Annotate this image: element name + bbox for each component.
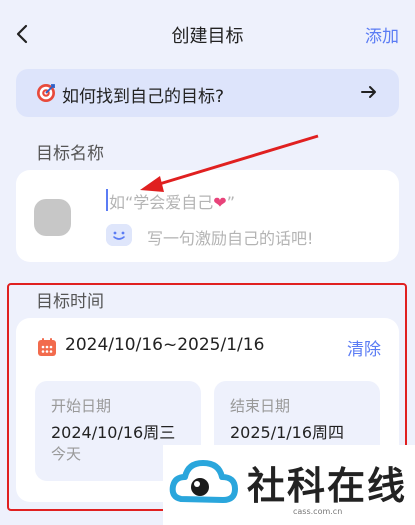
start-date-label: 开始日期 xyxy=(51,397,112,415)
heart-icon: ❤ xyxy=(213,193,227,212)
page-title: 创建目标 xyxy=(171,26,244,47)
date-range-text: 2024/10/16~2025/1/16 xyxy=(65,335,265,355)
goal-tip-banner[interactable]: 如何找到自己的目标? xyxy=(16,69,399,117)
goal-name-input[interactable]: 如“学会爱自己❤” xyxy=(109,189,235,213)
start-date-value: 2024/10/16周三 xyxy=(51,423,176,442)
arrow-right-icon xyxy=(361,86,376,98)
calendar-icon xyxy=(38,338,56,356)
end-date-value: 2025/1/16周四 xyxy=(230,423,345,442)
text-caret xyxy=(106,189,108,211)
goal-time-label: 目标时间 xyxy=(36,292,104,312)
goal-name-placeholder-suffix: ” xyxy=(226,193,235,212)
watermark: 社科在线 cass.com.cn xyxy=(163,445,415,525)
cloud-eye-logo-icon xyxy=(169,460,238,503)
smile-icon xyxy=(106,224,132,246)
target-icon xyxy=(37,84,55,102)
add-button[interactable]: 添加 xyxy=(365,22,399,47)
goal-name-card: 如“学会爱自己❤” 写一句激励自己的话吧! xyxy=(16,170,399,262)
goal-icon-placeholder[interactable] xyxy=(34,199,71,236)
clear-button[interactable]: 清除 xyxy=(347,335,381,360)
start-date-note: 今天 xyxy=(51,445,82,463)
end-date-label: 结束日期 xyxy=(230,397,291,415)
goal-name-label: 目标名称 xyxy=(36,144,104,164)
motto-input[interactable]: 写一句激励自己的话吧! xyxy=(147,225,313,249)
watermark-text: 社科在线 xyxy=(247,464,408,508)
tip-text: 如何找到自己的目标? xyxy=(62,87,225,107)
watermark-url: cass.com.cn xyxy=(293,507,343,516)
goal-name-placeholder-prefix: 如“学会爱自己 xyxy=(109,193,214,212)
